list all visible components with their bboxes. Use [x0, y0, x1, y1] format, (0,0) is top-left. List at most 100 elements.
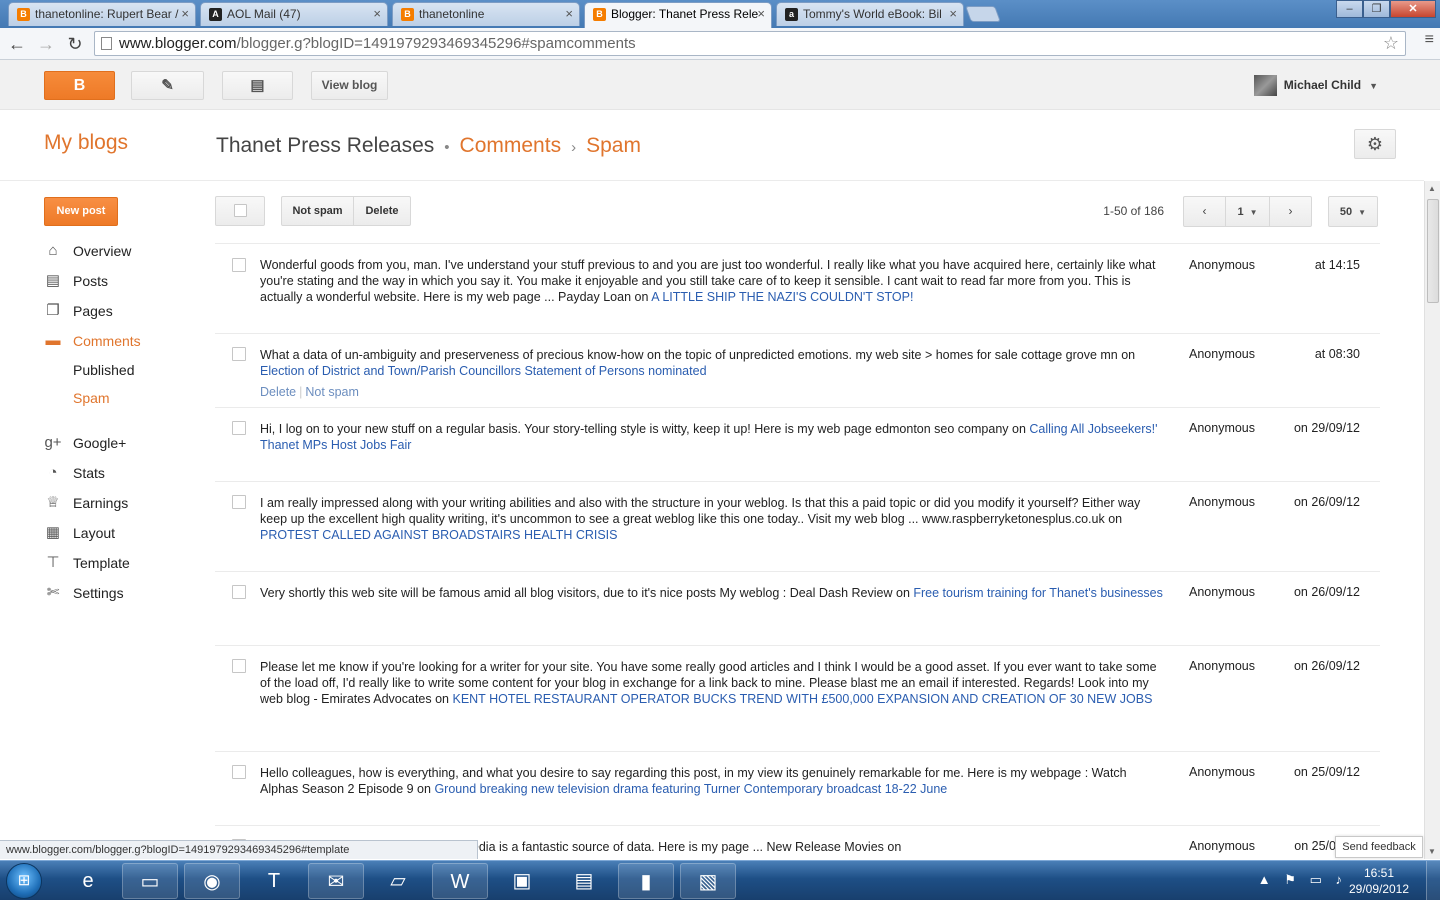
sidebar-item-label: Overview: [73, 243, 132, 259]
sidebar-item-template[interactable]: ⊤ Template: [44, 553, 129, 573]
comment-author: Anonymous: [1189, 258, 1256, 272]
post-link[interactable]: Free tourism training for Thanet's busin…: [913, 586, 1163, 600]
close-icon[interactable]: ×: [757, 3, 765, 25]
account-menu[interactable]: Michael Child ▼: [1253, 75, 1378, 96]
new-post-button[interactable]: New post: [44, 197, 118, 226]
posts-icon: ▤: [45, 272, 61, 289]
posts-list-icon[interactable]: ▤: [222, 71, 293, 100]
per-page-select[interactable]: 50 ▼: [1328, 196, 1378, 227]
sidebar-item-google-plus[interactable]: g+ Google+: [44, 433, 126, 453]
post-link[interactable]: A LITTLE SHIP THE NAZI'S COULDN'T STOP!: [651, 290, 913, 304]
tiscali-icon[interactable]: T: [246, 863, 302, 899]
gear-icon[interactable]: ⚙: [1354, 129, 1396, 159]
sidebar-item-posts[interactable]: ▤ Posts: [44, 271, 108, 291]
scroll-thumb[interactable]: [1427, 199, 1439, 303]
post-link[interactable]: KENT HOTEL RESTAURANT OPERATOR BUCKS TRE…: [452, 692, 1152, 706]
not-spam-button[interactable]: Not spam: [281, 196, 354, 226]
sidebar-item-stats[interactable]: ◔ Stats: [44, 463, 104, 483]
close-icon[interactable]: ×: [181, 3, 189, 25]
close-icon[interactable]: ×: [565, 3, 573, 25]
blogger-icon: B: [17, 8, 30, 21]
row-checkbox[interactable]: [232, 495, 246, 509]
file-explorer-icon[interactable]: ▭: [122, 863, 178, 899]
url-host: www.blogger.com: [119, 35, 237, 52]
browser-tab[interactable]: B thanetonline ×: [392, 2, 580, 26]
send-feedback-button[interactable]: Send feedback: [1335, 836, 1423, 858]
separator: |: [299, 385, 303, 399]
comment-row[interactable]: Very shortly this web site will be famou…: [215, 571, 1380, 645]
row-checkbox[interactable]: [232, 347, 246, 361]
row-not-spam-link[interactable]: Not spam: [305, 385, 359, 399]
notepad-icon[interactable]: ▱: [370, 863, 426, 899]
browser-tab-active[interactable]: B Blogger: Thanet Press Rele ×: [584, 2, 772, 28]
word-icon[interactable]: W: [432, 863, 488, 899]
maximize-icon[interactable]: ❐: [1363, 0, 1390, 18]
row-checkbox[interactable]: [232, 258, 246, 272]
scroll-down-icon[interactable]: ▼: [1428, 847, 1436, 856]
media-app-icon[interactable]: ▧: [680, 863, 736, 899]
blogger-logo-icon[interactable]: B: [44, 71, 115, 100]
pencil-icon[interactable]: ✎: [131, 71, 204, 100]
my-blogs-link[interactable]: My blogs: [44, 131, 128, 155]
comment-row[interactable]: Hello colleagues, how is everything, and…: [215, 751, 1380, 825]
close-icon[interactable]: ×: [949, 3, 957, 25]
sidebar-item-layout[interactable]: ▦ Layout: [44, 523, 115, 543]
start-orb-icon[interactable]: ⊞: [6, 863, 42, 899]
comment-row[interactable]: Please let me know if you're looking for…: [215, 645, 1380, 751]
taskbar-clock[interactable]: 16:51 29/09/2012: [1344, 865, 1414, 897]
volume-icon[interactable]: ♪: [1336, 872, 1343, 887]
close-icon[interactable]: ×: [373, 3, 381, 25]
browser-tab[interactable]: B thanetonline: Rupert Bear / ×: [8, 2, 196, 26]
page-select[interactable]: 1 ▼: [1225, 196, 1270, 227]
network-status-icon[interactable]: ▭: [1310, 872, 1322, 887]
vertical-scrollbar[interactable]: ▲ ▼: [1424, 181, 1440, 859]
post-link[interactable]: Ground breaking new television drama fea…: [434, 782, 947, 796]
delete-button[interactable]: Delete: [353, 196, 411, 226]
show-desktop-button[interactable]: [1426, 861, 1440, 900]
book-app-icon[interactable]: ▮: [618, 863, 674, 899]
sidebar-item-overview[interactable]: ⌂ Overview: [44, 241, 131, 261]
sidebar-item-settings[interactable]: ✄ Settings: [44, 583, 124, 603]
comment-row[interactable]: What a data of un-ambiguity and preserve…: [215, 333, 1380, 407]
action-center-flag-icon[interactable]: ⚑: [1284, 872, 1296, 887]
row-checkbox[interactable]: [232, 585, 246, 599]
remote-desktop-icon[interactable]: ▤: [556, 863, 612, 899]
sidebar-item-pages[interactable]: ❐ Pages: [44, 301, 112, 321]
sidebar-item-published[interactable]: Published: [44, 360, 135, 380]
bookmark-star-icon[interactable]: ☆: [1383, 32, 1399, 55]
window-close-icon[interactable]: ✕: [1390, 0, 1436, 18]
view-blog-button[interactable]: View blog: [311, 71, 388, 100]
browser-tab[interactable]: A AOL Mail (47) ×: [200, 2, 388, 26]
minimize-icon[interactable]: –: [1336, 0, 1363, 18]
post-link[interactable]: Election of District and Town/Parish Cou…: [260, 364, 707, 378]
sidebar-item-earnings[interactable]: ♕ Earnings: [44, 493, 128, 513]
chrome-menu-icon[interactable]: ≡: [1425, 31, 1434, 49]
sidebar-item-comments[interactable]: ▬ Comments: [44, 331, 141, 351]
show-hidden-icons-icon[interactable]: ▲: [1258, 872, 1271, 887]
back-icon[interactable]: ←: [5, 32, 29, 56]
comment-row[interactable]: Wonderful goods from you, man. I've unde…: [215, 243, 1380, 333]
reload-icon[interactable]: ↻: [63, 32, 87, 56]
row-checkbox[interactable]: [232, 421, 246, 435]
select-all-checkbox[interactable]: [215, 196, 265, 226]
row-checkbox[interactable]: [232, 659, 246, 673]
next-page-icon[interactable]: ›: [1269, 196, 1312, 227]
previous-page-icon[interactable]: ‹: [1183, 196, 1226, 227]
browser-tab[interactable]: a Tommy's World eBook: Bil ×: [776, 2, 964, 26]
row-delete-link[interactable]: Delete: [260, 385, 296, 399]
thunderbird-icon[interactable]: ✉: [308, 863, 364, 899]
row-checkbox[interactable]: [232, 765, 246, 779]
comment-row[interactable]: Hi, I log on to your new stuff on a regu…: [215, 407, 1380, 481]
breadcrumb-comments[interactable]: Comments: [460, 134, 562, 157]
comment-row[interactable]: I am really impressed along with your wr…: [215, 481, 1380, 571]
internet-explorer-icon[interactable]: e: [60, 863, 116, 899]
forward-icon[interactable]: →: [34, 32, 58, 56]
chrome-icon[interactable]: ◉: [184, 863, 240, 899]
address-bar[interactable]: www.blogger.com/blogger.g?blogID=1491979…: [94, 31, 1406, 56]
scroll-up-icon[interactable]: ▲: [1428, 184, 1436, 193]
new-tab-button[interactable]: [965, 6, 1001, 22]
post-link[interactable]: PROTEST CALLED AGAINST BROADSTAIRS HEALT…: [260, 528, 618, 542]
network-icon[interactable]: ▣: [494, 863, 550, 899]
sidebar-item-spam[interactable]: Spam: [44, 388, 110, 408]
comment-date: on 26/09/12: [1293, 495, 1360, 509]
